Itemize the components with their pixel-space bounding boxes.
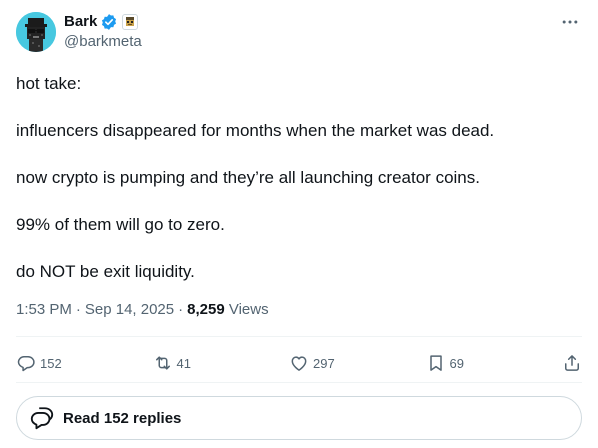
retweet-icon xyxy=(155,356,170,370)
tweet-text: hot take: influencers disappeared for mo… xyxy=(16,72,582,284)
bookmark-count: 69 xyxy=(449,355,464,371)
verified-badge-icon xyxy=(100,13,118,31)
tweet-paragraph: now crypto is pumping and they’re all la… xyxy=(16,168,480,187)
share-button[interactable] xyxy=(562,353,582,373)
reply-button[interactable]: 152 xyxy=(16,353,126,373)
tweet-paragraph: 99% of them will go to zero. xyxy=(16,215,225,234)
like-button[interactable]: 297 xyxy=(289,353,399,373)
views-label: Views xyxy=(228,301,269,318)
bookmark-button[interactable]: 69 xyxy=(426,353,536,373)
speech-bubbles-icon xyxy=(30,407,54,430)
retweet-count: 41 xyxy=(176,355,191,371)
action-bar: 152 41 297 69 xyxy=(16,349,582,377)
tweet-date[interactable]: Sep 14, 2025 xyxy=(85,300,174,320)
avatar[interactable] xyxy=(16,12,56,52)
meta-separator: · xyxy=(75,301,81,318)
share-icon xyxy=(565,355,579,371)
tweet-meta: 1:53 PM · Sep 14, 2025 · 8,259 Views xyxy=(16,300,269,320)
author-name-row: Bark xyxy=(64,12,139,32)
retweet-button[interactable]: 41 xyxy=(153,353,263,373)
tweet-paragraph: influencers disappeared for months when … xyxy=(16,121,495,140)
views-count: 8,259 xyxy=(187,301,225,318)
affiliate-badge-icon[interactable] xyxy=(122,14,139,30)
divider xyxy=(16,382,582,383)
meta-separator: · xyxy=(178,301,184,318)
tweet-paragraph: do NOT be exit liquidity. xyxy=(16,262,195,281)
display-name[interactable]: Bark xyxy=(64,12,97,32)
bookmark-icon xyxy=(429,355,442,371)
avatar-image xyxy=(16,12,56,52)
read-replies-label: Read 152 replies xyxy=(63,409,182,427)
author-handle[interactable]: @barkmeta xyxy=(64,32,142,52)
reply-count: 152 xyxy=(40,355,62,371)
tweet-paragraph: hot take: xyxy=(16,74,82,93)
reply-icon xyxy=(17,356,35,372)
read-replies-button[interactable]: Read 152 replies xyxy=(16,396,582,440)
like-icon xyxy=(291,356,307,371)
more-icon[interactable] xyxy=(558,12,582,32)
tweet-time[interactable]: 1:53 PM xyxy=(16,300,72,320)
like-count: 297 xyxy=(313,355,335,371)
divider xyxy=(16,336,582,337)
